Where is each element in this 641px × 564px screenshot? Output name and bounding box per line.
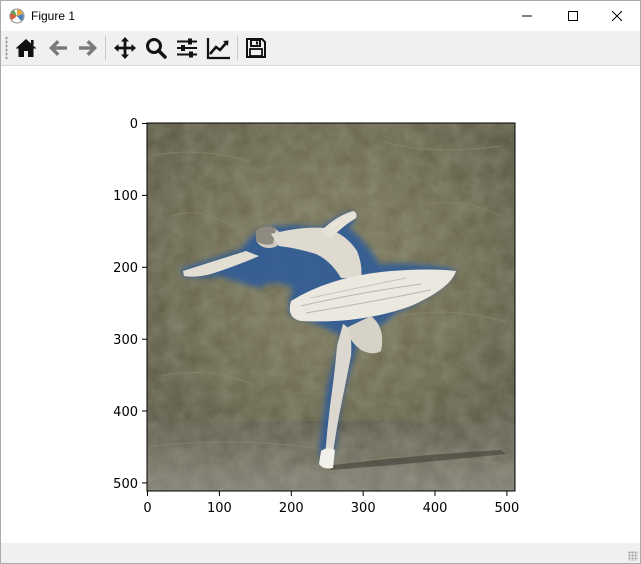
y-tick-label: 200	[113, 261, 138, 276]
y-tick-label: 400	[113, 405, 138, 420]
forward-button[interactable]	[74, 34, 102, 62]
magnifier-icon	[146, 38, 167, 59]
maximize-icon	[568, 11, 578, 21]
figure-canvas[interactable]: 0 100 200 300 400 500 0 100 200 300 400	[1, 66, 640, 543]
toolbar-separator	[237, 36, 238, 60]
window-title: Figure 1	[31, 9, 76, 23]
y-axis: 0 100 200 300 400 500	[113, 117, 147, 492]
y-tick-label: 300	[113, 333, 138, 348]
navigation-toolbar	[1, 31, 640, 66]
sliders-icon	[177, 38, 197, 58]
pan-button[interactable]	[111, 34, 139, 62]
floppy-disk-icon	[246, 38, 266, 58]
figure-window: Figure 1 0 100 200 300 400 500 0 100 200…	[0, 0, 641, 564]
toolbar-separator	[105, 36, 106, 60]
x-tick-label: 100	[207, 501, 232, 516]
matplotlib-icon	[9, 8, 25, 24]
toolbar-grip[interactable]	[5, 36, 8, 60]
x-tick-label: 300	[351, 501, 376, 516]
arrow-right-icon	[79, 40, 97, 56]
x-axis: 0 100 200 300 400 500	[143, 491, 519, 516]
configure-subplots-button[interactable]	[173, 34, 201, 62]
home-button[interactable]	[12, 34, 40, 62]
y-tick-label: 0	[130, 117, 138, 132]
edit-axis-button[interactable]	[205, 34, 233, 62]
back-button[interactable]	[44, 34, 72, 62]
x-tick-label: 0	[143, 501, 151, 516]
resize-grip[interactable]	[628, 551, 638, 561]
close-button[interactable]	[594, 1, 640, 31]
x-tick-label: 200	[279, 501, 304, 516]
y-tick-label: 100	[113, 189, 138, 204]
y-tick-label: 500	[113, 477, 138, 492]
close-icon	[612, 11, 622, 21]
minimize-icon	[522, 15, 532, 17]
save-button[interactable]	[242, 34, 270, 62]
axes[interactable]: 0 100 200 300 400 500 0 100 200 300 400	[1, 66, 640, 543]
status-bar	[1, 543, 640, 563]
x-tick-label: 400	[423, 501, 448, 516]
arrow-left-icon	[49, 40, 67, 56]
line-chart-icon	[206, 38, 230, 60]
zoom-button[interactable]	[142, 34, 170, 62]
home-icon	[15, 39, 37, 57]
title-bar: Figure 1	[1, 1, 640, 31]
minimize-button[interactable]	[504, 1, 550, 31]
move-icon	[114, 37, 136, 59]
maximize-button[interactable]	[550, 1, 596, 31]
x-tick-label: 500	[494, 501, 519, 516]
image	[147, 123, 515, 491]
